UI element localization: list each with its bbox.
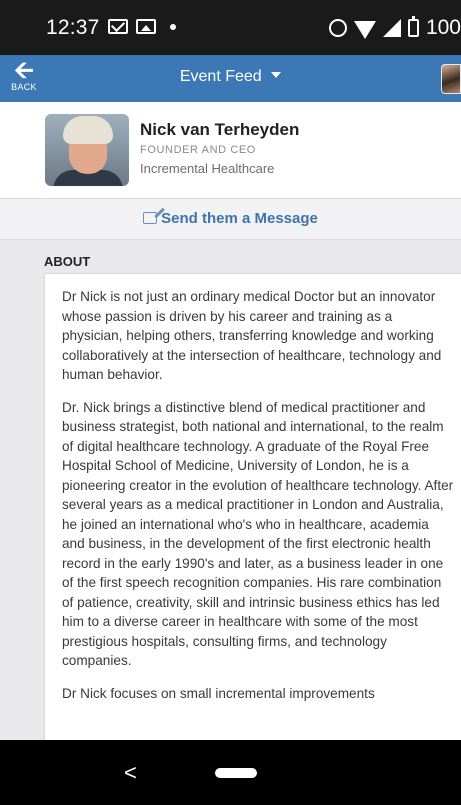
- status-time: 12:37: [46, 16, 100, 39]
- notification-icons: [108, 19, 176, 34]
- edit-icon: [143, 212, 158, 224]
- signal-icon: [382, 19, 401, 37]
- photo-hair: [63, 116, 113, 144]
- system-nav-bar: <: [0, 740, 461, 805]
- gallery-icon: [136, 19, 156, 34]
- notification-dot-icon: [170, 23, 176, 30]
- wifi-icon: [353, 21, 376, 39]
- event-feed-dropdown[interactable]: Event Feed: [0, 68, 461, 86]
- chevron-down-icon: [271, 72, 282, 78]
- battery-percent: 100: [425, 16, 461, 39]
- nav-back-button[interactable]: <: [124, 760, 137, 786]
- status-bar: 12:37 100: [0, 0, 461, 55]
- send-message-button[interactable]: Send them a Message: [143, 210, 318, 227]
- page-title: Event Feed: [179, 68, 262, 85]
- mail-icon: [108, 19, 128, 34]
- about-paragraph: Dr. Nick brings a distinctive blend of m…: [62, 399, 454, 669]
- system-icons: 100: [328, 16, 461, 40]
- user-avatar[interactable]: [441, 64, 461, 94]
- about-text-box[interactable]: Dr Nick is not just an ordinary medical …: [44, 273, 461, 740]
- profile-company: Incremental Healthcare: [140, 161, 275, 176]
- about-heading: ABOUT: [44, 254, 91, 269]
- battery-icon: [407, 16, 419, 37]
- app-bar: 🡨 BACK Event Feed: [0, 55, 461, 102]
- about-paragraph: Dr Nick focuses on small incremental imp…: [62, 685, 375, 701]
- profile-name: Nick van Terheyden: [140, 120, 300, 139]
- profile-card: Nick van Terheyden FOUNDER AND CEO Incre…: [0, 102, 461, 198]
- about-paragraph: Dr Nick is not just an ordinary medical …: [62, 289, 442, 382]
- alarm-icon: [328, 19, 347, 37]
- profile-photo: [45, 114, 129, 186]
- nav-home-button[interactable]: [215, 768, 257, 778]
- profile-role: FOUNDER AND CEO: [140, 144, 256, 156]
- send-message-label: Send them a Message: [161, 210, 318, 227]
- send-message-bar: Send them a Message: [0, 198, 461, 240]
